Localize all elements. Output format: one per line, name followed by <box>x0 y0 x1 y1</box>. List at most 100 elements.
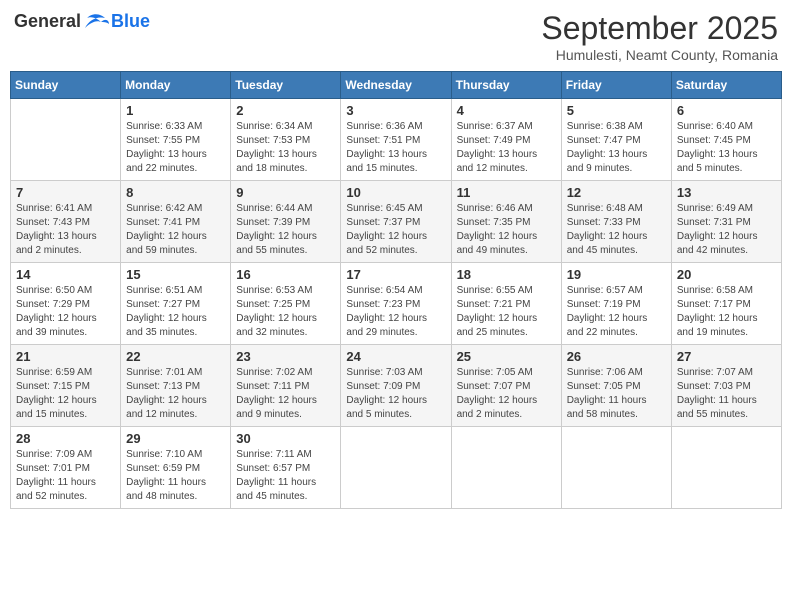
day-info: Sunrise: 6:42 AMSunset: 7:41 PMDaylight:… <box>126 202 225 258</box>
day-info: Sunrise: 6:33 AMSunset: 7:55 PMDaylight:… <box>126 120 225 176</box>
day-info: Sunrise: 6:48 AMSunset: 7:33 PMDaylight:… <box>567 202 666 258</box>
calendar-cell <box>671 427 781 509</box>
day-info: Sunrise: 6:40 AMSunset: 7:45 PMDaylight:… <box>677 120 776 176</box>
page-header: General Blue September 2025 Humulesti, N… <box>10 10 782 63</box>
calendar-week-row: 14Sunrise: 6:50 AMSunset: 7:29 PMDayligh… <box>11 263 782 345</box>
calendar-cell: 24Sunrise: 7:03 AMSunset: 7:09 PMDayligh… <box>341 345 451 427</box>
day-info: Sunrise: 7:09 AMSunset: 7:01 PMDaylight:… <box>16 448 115 504</box>
calendar-cell: 15 Sunrise: 6:51 AMSunset: 7:27 PMDayligh… <box>121 263 231 345</box>
calendar-cell: 16 Sunrise: 6:53 AMSunset: 7:25 PMDayligh… <box>231 263 341 345</box>
calendar-cell: 18 Sunrise: 6:55 AMSunset: 7:21 PMDayligh… <box>451 263 561 345</box>
calendar-cell <box>341 427 451 509</box>
month-title: September 2025 <box>541 10 778 47</box>
day-number: 20 <box>677 267 776 282</box>
calendar-cell: 6 Sunrise: 6:40 AMSunset: 7:45 PMDaylight… <box>671 99 781 181</box>
calendar-cell: 27 Sunrise: 7:07 AMSunset: 7:03 PMDayligh… <box>671 345 781 427</box>
day-number: 3 <box>346 103 445 118</box>
day-info: Sunrise: 6:37 AMSunset: 7:49 PMDaylight:… <box>457 120 556 176</box>
day-info: Sunrise: 7:07 AMSunset: 7:03 PMDaylight:… <box>677 366 776 422</box>
day-of-week-header: Saturday <box>671 72 781 99</box>
day-info: Sunrise: 6:57 AMSunset: 7:19 PMDaylight:… <box>567 284 666 340</box>
day-number: 6 <box>677 103 776 118</box>
day-number: 14 <box>16 267 115 282</box>
day-number: 11 <box>457 185 556 200</box>
day-number: 19 <box>567 267 666 282</box>
calendar-cell: 29 Sunrise: 7:10 AMSunset: 6:59 PMDayligh… <box>121 427 231 509</box>
calendar-cell: 4Sunrise: 6:37 AMSunset: 7:49 PMDaylight… <box>451 99 561 181</box>
day-of-week-header: Friday <box>561 72 671 99</box>
day-number: 9 <box>236 185 335 200</box>
location-subtitle: Humulesti, Neamt County, Romania <box>541 47 778 63</box>
day-info: Sunrise: 6:46 AMSunset: 7:35 PMDaylight:… <box>457 202 556 258</box>
day-info: Sunrise: 6:59 AMSunset: 7:15 PMDaylight:… <box>16 366 115 422</box>
day-info: Sunrise: 6:45 AMSunset: 7:37 PMDaylight:… <box>346 202 445 258</box>
day-info: Sunrise: 6:54 AMSunset: 7:23 PMDaylight:… <box>346 284 445 340</box>
day-of-week-header: Wednesday <box>341 72 451 99</box>
day-number: 7 <box>16 185 115 200</box>
day-number: 23 <box>236 349 335 364</box>
day-info: Sunrise: 6:51 AMSunset: 7:27 PMDaylight:… <box>126 284 225 340</box>
day-of-week-header: Tuesday <box>231 72 341 99</box>
day-number: 8 <box>126 185 225 200</box>
calendar-cell: 20Sunrise: 6:58 AMSunset: 7:17 PMDayligh… <box>671 263 781 345</box>
calendar-cell: 14Sunrise: 6:50 AMSunset: 7:29 PMDayligh… <box>11 263 121 345</box>
day-number: 18 <box>457 267 556 282</box>
calendar-cell: 7 Sunrise: 6:41 AMSunset: 7:43 PMDaylight… <box>11 181 121 263</box>
logo: General Blue <box>14 10 150 32</box>
calendar-cell <box>11 99 121 181</box>
calendar-cell: 19 Sunrise: 6:57 AMSunset: 7:19 PMDayligh… <box>561 263 671 345</box>
day-info: Sunrise: 7:02 AMSunset: 7:11 PMDaylight:… <box>236 366 335 422</box>
calendar-cell <box>561 427 671 509</box>
day-info: Sunrise: 6:55 AMSunset: 7:21 PMDaylight:… <box>457 284 556 340</box>
calendar-cell: 30 Sunrise: 7:11 AMSunset: 6:57 PMDayligh… <box>231 427 341 509</box>
calendar-cell: 11 Sunrise: 6:46 AMSunset: 7:35 PMDayligh… <box>451 181 561 263</box>
calendar-cell: 2 Sunrise: 6:34 AMSunset: 7:53 PMDaylight… <box>231 99 341 181</box>
calendar-cell: 8 Sunrise: 6:42 AMSunset: 7:41 PMDaylight… <box>121 181 231 263</box>
calendar-cell: 21 Sunrise: 6:59 AMSunset: 7:15 PMDayligh… <box>11 345 121 427</box>
calendar-cell: 22Sunrise: 7:01 AMSunset: 7:13 PMDayligh… <box>121 345 231 427</box>
day-info: Sunrise: 7:05 AMSunset: 7:07 PMDaylight:… <box>457 366 556 422</box>
day-info: Sunrise: 6:53 AMSunset: 7:25 PMDaylight:… <box>236 284 335 340</box>
day-info: Sunrise: 7:10 AMSunset: 6:59 PMDaylight:… <box>126 448 225 504</box>
day-number: 10 <box>346 185 445 200</box>
day-number: 13 <box>677 185 776 200</box>
day-number: 29 <box>126 431 225 446</box>
day-number: 16 <box>236 267 335 282</box>
day-of-week-header: Sunday <box>11 72 121 99</box>
calendar-cell: 25 Sunrise: 7:05 AMSunset: 7:07 PMDayligh… <box>451 345 561 427</box>
day-number: 1 <box>126 103 225 118</box>
calendar-cell <box>451 427 561 509</box>
calendar-cell: 17 Sunrise: 6:54 AMSunset: 7:23 PMDayligh… <box>341 263 451 345</box>
day-number: 27 <box>677 349 776 364</box>
calendar-table: SundayMondayTuesdayWednesdayThursdayFrid… <box>10 71 782 509</box>
calendar-cell: 13Sunrise: 6:49 AMSunset: 7:31 PMDayligh… <box>671 181 781 263</box>
logo-bird-icon <box>83 10 111 32</box>
calendar-cell: 26Sunrise: 7:06 AMSunset: 7:05 PMDayligh… <box>561 345 671 427</box>
calendar-cell: 10 Sunrise: 6:45 AMSunset: 7:37 PMDayligh… <box>341 181 451 263</box>
day-info: Sunrise: 6:36 AMSunset: 7:51 PMDaylight:… <box>346 120 445 176</box>
day-number: 21 <box>16 349 115 364</box>
calendar-week-row: 28 Sunrise: 7:09 AMSunset: 7:01 PMDayligh… <box>11 427 782 509</box>
day-number: 30 <box>236 431 335 446</box>
day-info: Sunrise: 7:11 AMSunset: 6:57 PMDaylight:… <box>236 448 335 504</box>
day-number: 12 <box>567 185 666 200</box>
calendar-cell: 5Sunrise: 6:38 AMSunset: 7:47 PMDaylight… <box>561 99 671 181</box>
calendar-cell: 3 Sunrise: 6:36 AMSunset: 7:51 PMDaylight… <box>341 99 451 181</box>
calendar-cell: 1 Sunrise: 6:33 AMSunset: 7:55 PMDaylight… <box>121 99 231 181</box>
day-number: 25 <box>457 349 556 364</box>
day-info: Sunrise: 6:41 AMSunset: 7:43 PMDaylight:… <box>16 202 115 258</box>
day-number: 2 <box>236 103 335 118</box>
day-number: 26 <box>567 349 666 364</box>
day-number: 28 <box>16 431 115 446</box>
day-number: 15 <box>126 267 225 282</box>
calendar-week-row: 7 Sunrise: 6:41 AMSunset: 7:43 PMDaylight… <box>11 181 782 263</box>
calendar-cell: 12 Sunrise: 6:48 AMSunset: 7:33 PMDayligh… <box>561 181 671 263</box>
title-section: September 2025 Humulesti, Neamt County, … <box>541 10 778 63</box>
day-info: Sunrise: 7:03 AMSunset: 7:09 PMDaylight:… <box>346 366 445 422</box>
day-info: Sunrise: 6:44 AMSunset: 7:39 PMDaylight:… <box>236 202 335 258</box>
day-info: Sunrise: 6:38 AMSunset: 7:47 PMDaylight:… <box>567 120 666 176</box>
calendar-header-row: SundayMondayTuesdayWednesdayThursdayFrid… <box>11 72 782 99</box>
day-info: Sunrise: 6:34 AMSunset: 7:53 PMDaylight:… <box>236 120 335 176</box>
day-number: 17 <box>346 267 445 282</box>
calendar-cell: 9 Sunrise: 6:44 AMSunset: 7:39 PMDaylight… <box>231 181 341 263</box>
